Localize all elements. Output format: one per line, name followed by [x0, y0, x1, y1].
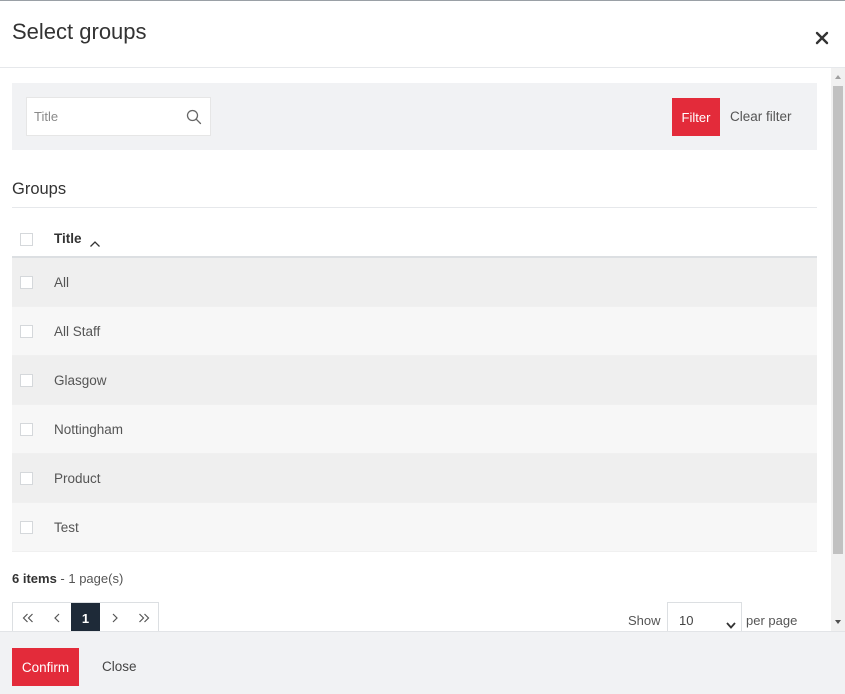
page-size-select[interactable]: 10	[667, 602, 742, 631]
scroll-down-arrow-icon[interactable]	[831, 615, 845, 629]
chevron-left-icon	[53, 613, 59, 623]
page-count: - 1 page(s)	[56, 571, 124, 586]
table-row[interactable]: Product	[12, 454, 817, 503]
group-title-cell: All	[54, 275, 70, 290]
modal-body: Filter Clear filter Groups Title All	[0, 68, 831, 631]
select-groups-modal: Select groups Filter Clear filter Groups…	[0, 0, 845, 694]
row-checkbox[interactable]	[20, 325, 33, 338]
table-header: Title	[12, 219, 817, 258]
table-row[interactable]: Glasgow	[12, 356, 817, 405]
sort-ascending-icon[interactable]	[89, 235, 101, 247]
pagination: 1	[12, 602, 159, 631]
prev-page-button[interactable]	[42, 603, 71, 631]
modal-header: Select groups	[0, 1, 845, 68]
chevron-right-icon	[112, 613, 118, 623]
scrollbar[interactable]	[831, 68, 845, 631]
row-checkbox[interactable]	[20, 521, 33, 534]
table-row[interactable]: Nottingham	[12, 405, 817, 454]
double-chevron-right-icon	[138, 613, 149, 623]
select-all-checkbox[interactable]	[20, 233, 33, 246]
show-label: Show	[628, 613, 661, 628]
page-size-value: 10	[679, 613, 694, 628]
close-button[interactable]: Close	[102, 659, 137, 674]
first-page-button[interactable]	[13, 603, 42, 631]
clear-filter-link[interactable]: Clear filter	[730, 109, 792, 124]
filter-button[interactable]: Filter	[672, 98, 720, 136]
chevron-down-icon	[726, 616, 736, 629]
title-search-input[interactable]	[27, 98, 182, 135]
last-page-button[interactable]	[129, 603, 158, 631]
search-icon[interactable]	[186, 109, 202, 125]
per-page-label: per page	[746, 613, 798, 628]
group-title-cell: Test	[54, 520, 79, 535]
table-row[interactable]: All	[12, 258, 817, 307]
table-body: All All Staff Glasgow Nottingham Product	[12, 258, 817, 552]
group-title-cell: Glasgow	[54, 373, 107, 388]
page-1-button[interactable]: 1	[71, 603, 100, 631]
row-checkbox[interactable]	[20, 423, 33, 436]
modal-footer: Confirm Close	[0, 631, 845, 694]
scrollbar-thumb[interactable]	[833, 86, 843, 554]
results-summary: 6 items - 1 page(s)	[12, 571, 123, 586]
confirm-button[interactable]: Confirm	[12, 648, 79, 686]
group-title-cell: Nottingham	[54, 422, 124, 437]
group-title-cell: Product	[54, 471, 101, 486]
close-icon[interactable]	[813, 29, 831, 47]
double-chevron-left-icon	[22, 613, 33, 623]
item-count: 6 items	[12, 571, 57, 586]
scroll-up-arrow-icon[interactable]	[831, 70, 845, 84]
row-checkbox[interactable]	[20, 472, 33, 485]
row-checkbox[interactable]	[20, 374, 33, 387]
row-checkbox[interactable]	[20, 276, 33, 289]
groups-table: Title All All Staff Glasgow Nottingham P…	[12, 219, 817, 552]
table-row[interactable]: Test	[12, 503, 817, 552]
next-page-button[interactable]	[100, 603, 129, 631]
divider	[12, 207, 817, 208]
search-box	[26, 97, 211, 136]
table-row[interactable]: All Staff	[12, 307, 817, 356]
group-title-cell: All Staff	[54, 324, 101, 339]
title-column-header[interactable]: Title	[54, 231, 82, 246]
modal-title: Select groups	[12, 19, 147, 44]
filter-panel: Filter Clear filter	[12, 83, 817, 150]
groups-heading: Groups	[12, 180, 67, 198]
